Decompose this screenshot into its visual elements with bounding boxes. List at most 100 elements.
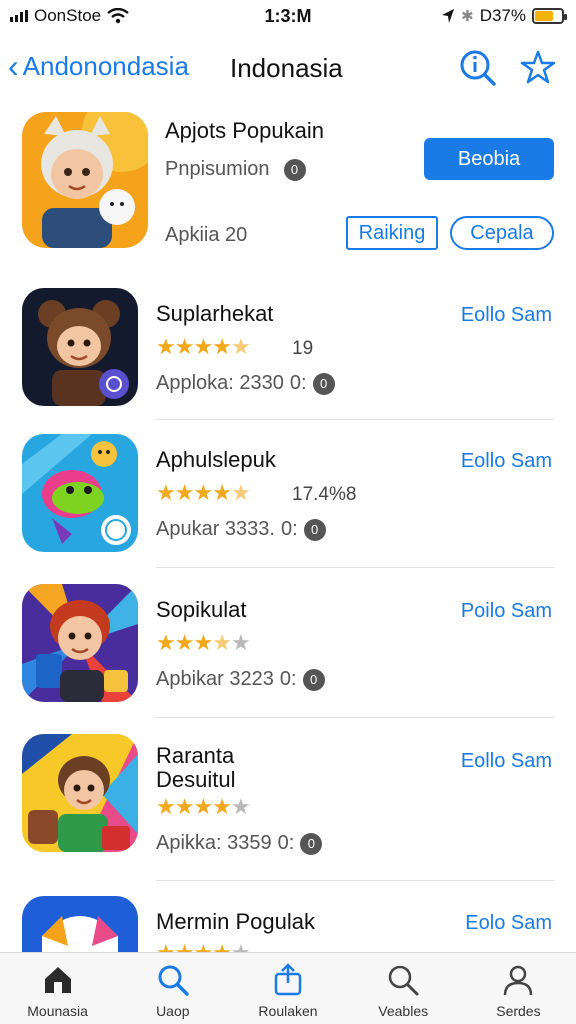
search-icon [388,965,419,996]
app-icon[interactable] [22,288,138,406]
meta-badge: 0 [303,518,326,541]
tab-label: Mounasia [27,1003,88,1019]
status-bar: OonStoe 1:3:M ✱ D37% [0,0,576,32]
app-name[interactable]: Mermin Pogulak [156,910,315,934]
tab-label: Roulaken [258,1003,318,1019]
cepat-button[interactable]: Cepala [450,216,554,250]
rating-count: 17.4%8 [292,484,357,505]
star-icon: ★ [212,940,232,952]
star-icon: ★ [212,334,232,359]
share-icon [274,963,302,996]
app-meta: Apikka: 3359 0: 0 [156,832,323,855]
list-item[interactable]: Aphulslepuk ★★★★★ 17.4%8 Apukar 3333. 0:… [0,434,576,580]
meta-badge: 0 [302,668,325,691]
home-icon [44,967,71,993]
info-search-icon[interactable] [458,48,498,88]
location-icon [442,9,455,23]
tab-bar: Mounasia Uaop Roulaken Veables Serdes [0,952,576,1024]
divider [156,419,554,420]
star-icon: ★ [175,940,195,952]
person-icon [504,965,533,996]
app-name[interactable]: Aphulslepuk [156,448,276,472]
page-title: Indonasia [230,53,343,83]
rating-count: 19 [292,338,314,359]
get-app-link[interactable]: Eolo Sam [465,912,552,935]
star-icon: ★ [174,794,195,819]
featured-app-icon[interactable] [22,112,148,248]
star-icon: ★ [174,334,195,359]
tab-label: Serdes [496,1003,541,1019]
list-item[interactable]: Sopikulat ★★★★★ Apbikar 3223 0: 0 Poilo … [0,584,576,730]
app-meta-suffix: 0: [280,518,298,540]
tab-mounasia[interactable]: Mounasia [0,953,115,1024]
app-name[interactable]: Sopikulat [156,598,247,622]
app-meta-suffix: 0: [279,668,297,690]
get-app-link[interactable]: Poilo Sam [461,600,552,623]
star-icon: ★ [156,630,176,655]
star-icon: ★ [156,794,176,819]
divider [156,880,554,881]
featured-app-subtitle: Pnpisumion 0 [165,158,306,181]
star-icon: ★ [156,940,176,952]
get-app-link[interactable]: Eollo Sam [461,304,552,327]
status-right: ✱ D37% [441,6,567,26]
app-name[interactable]: Suplarhekat [156,302,273,326]
star-rating: ★★★★★ [156,630,251,656]
back-label: Andonondasia [22,50,189,81]
app-meta-text: Apukar 3333. [156,518,275,540]
star-rating: ★★★★★ [156,794,251,820]
featured-app-meta: Apkiia 20 [165,224,248,246]
tab-label: Uaop [156,1003,190,1019]
battery-icon [532,8,567,24]
star-icon: ★ [230,794,251,819]
back-button[interactable]: ‹ Andonondasia [8,50,189,82]
battery-percent: D37% [479,6,526,25]
get-app-link[interactable]: Eollo Sam [461,750,552,773]
star-icon: ★ [174,630,195,655]
star-badge-icon[interactable] [518,48,558,88]
meta-badge: 0 [312,372,335,395]
list-item[interactable]: Mermin Pogulak ★★★★★ Eolo Sam [0,896,576,952]
star-icon: ★ [230,630,251,655]
star-icon: ★ [193,940,213,952]
star-icon: ★ [156,480,176,505]
tab-serdes[interactable]: Serdes [461,953,576,1024]
divider [156,717,554,718]
subtitle-badge: 0 [283,158,306,181]
app-name[interactable]: Raranta Desuitul [156,744,235,792]
star-icon: ★ [193,334,213,359]
app-icon[interactable] [22,584,138,702]
list-item[interactable]: Raranta Desuitul ★★★★★ Apikka: 3359 0: 0… [0,734,576,880]
tab-uaop[interactable]: Uaop [115,953,230,1024]
app-icon[interactable] [22,434,138,552]
divider [156,567,554,568]
star-icon: ★ [230,480,251,505]
meta-badge: 0 [300,832,323,855]
featured-subtitle-text: Pnpisumion [165,158,270,180]
tab-veables[interactable]: Veables [346,953,461,1024]
featured-app-title[interactable]: Apjots Popukain [165,118,324,144]
get-button[interactable]: Beobia [424,138,554,180]
search-icon [158,965,189,996]
star-rating: ★★★★★ [156,334,251,360]
app-meta: Apploka: 2330 0: 0 [156,372,335,395]
chevron-left-icon: ‹ [8,48,19,84]
star-icon: ★ [231,940,251,952]
app-icon[interactable] [22,734,138,852]
tab-roulaken[interactable]: Roulaken [230,953,345,1024]
star-icon: ★ [230,334,251,359]
get-app-link[interactable]: Eollo Sam [461,450,552,473]
star-icon: ★ [212,480,232,505]
star-icon: ★ [212,630,232,655]
star-icon: ★ [174,480,195,505]
ranking-button[interactable]: Raiking [346,216,438,250]
bluetooth-icon: ✱ [461,8,474,25]
featured-app: Apjots Popukain Pnpisumion 0 Apkiia 20 B… [0,108,576,258]
star-icon: ★ [193,630,213,655]
app-meta: Apukar 3333. 0: 0 [156,518,326,541]
list-item[interactable]: Suplarhekat ★★★★★ 19 Apploka: 2330 0: 0 … [0,288,576,434]
app-meta-text: Apbikar 3223 [156,668,274,690]
star-icon: ★ [156,334,176,359]
app-icon[interactable] [22,896,138,952]
battery-level [535,11,554,21]
